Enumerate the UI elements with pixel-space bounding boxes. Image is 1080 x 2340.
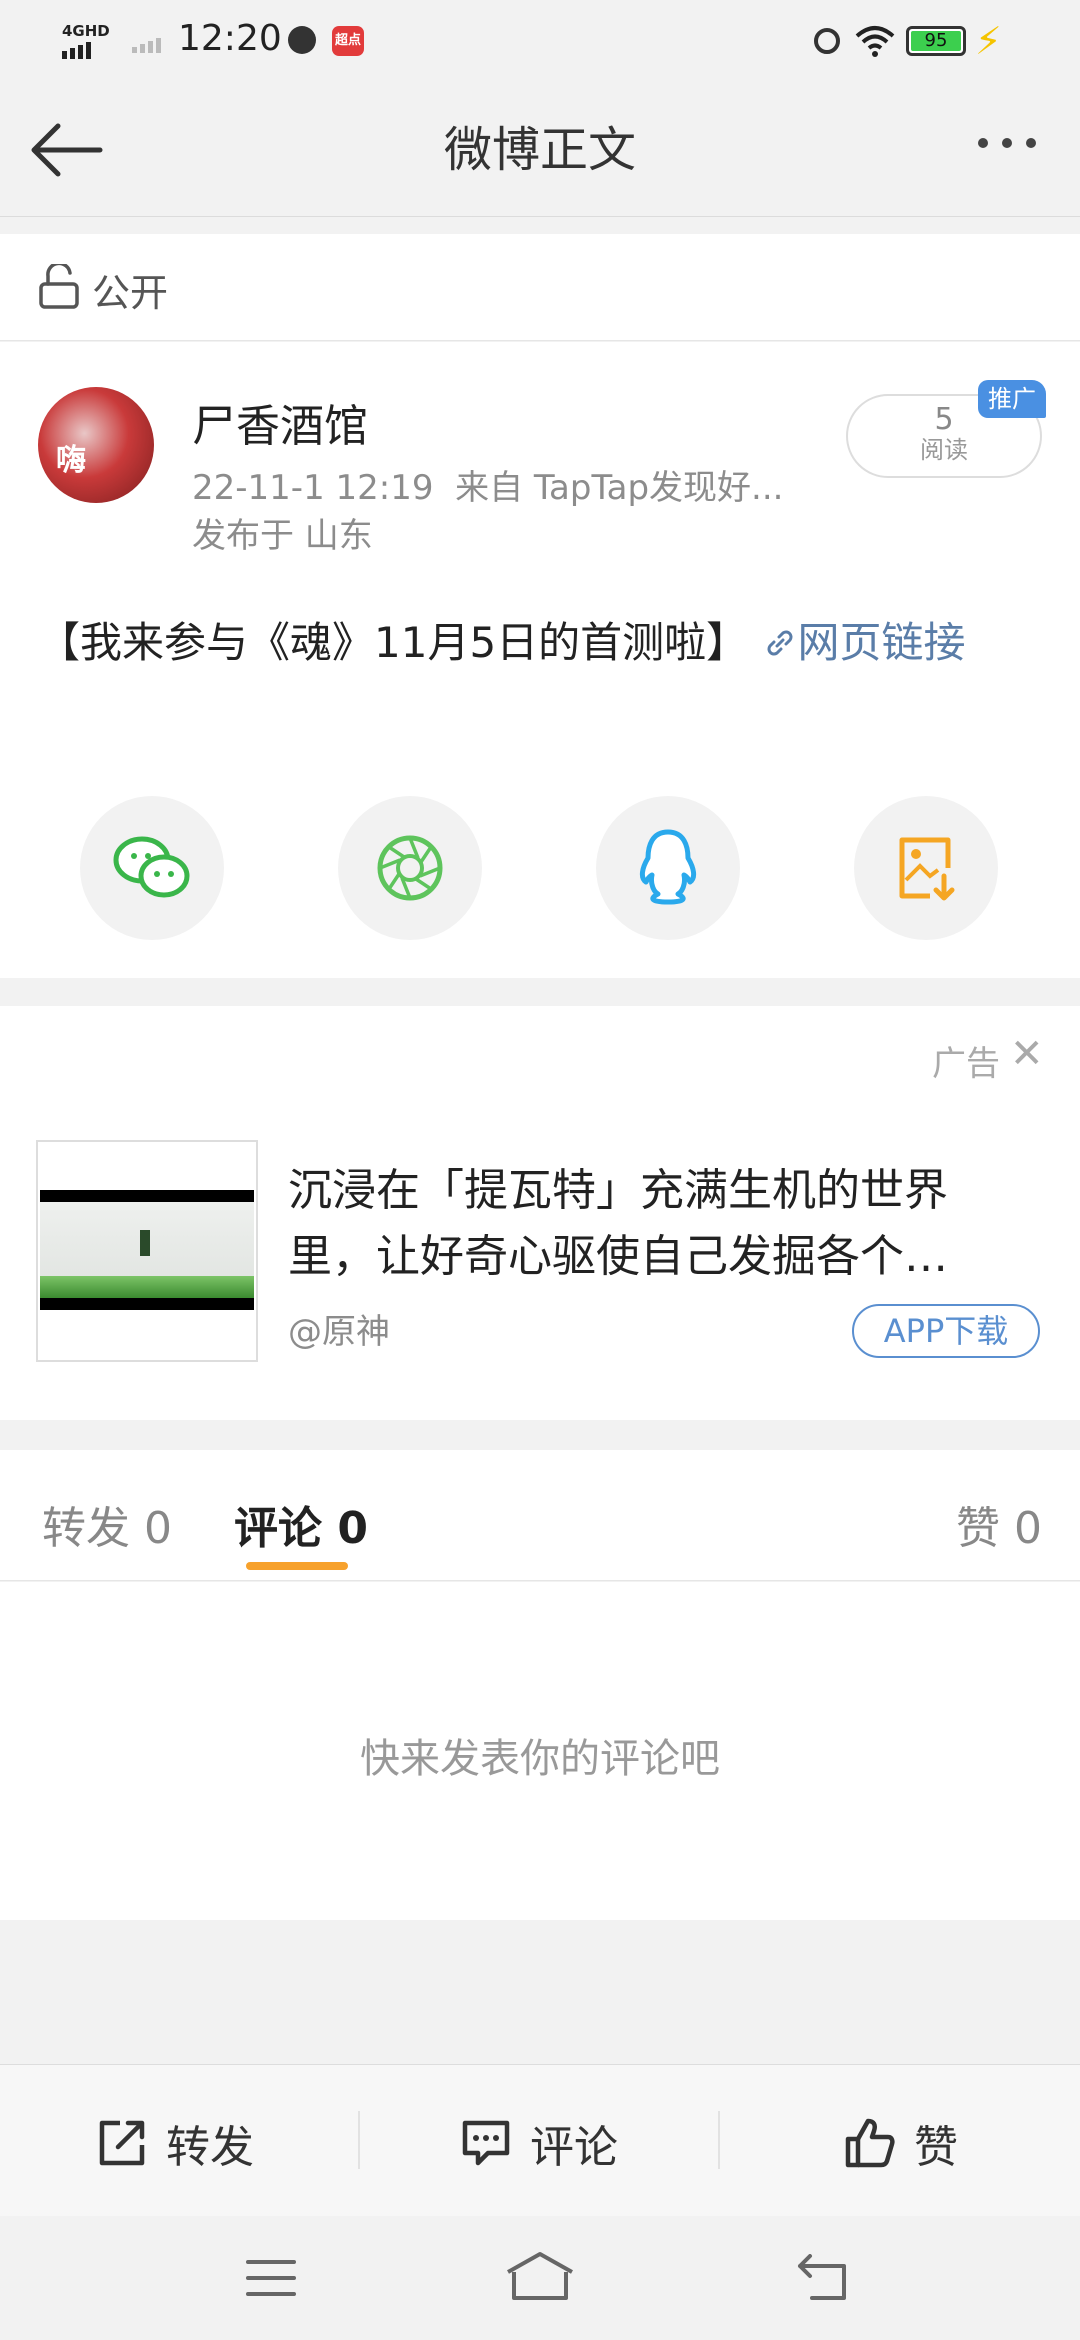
tab-comment[interactable]: 评论 0 (234, 1492, 368, 1556)
status-bar: 4GHD 12:20 超点 95 ⚡ (0, 0, 1080, 84)
post-text: 【我来参与《魂》11月5日的首测啦】 网页链接 (38, 612, 1042, 674)
charging-icon: ⚡ (975, 19, 1002, 63)
like-button[interactable]: 赞 (844, 2111, 958, 2175)
active-tab-indicator (246, 1562, 348, 1570)
comments-area: 快来发表你的评论吧 (0, 1582, 1080, 1920)
status-time: 12:20 (178, 18, 282, 59)
tab-like[interactable]: 赞 0 (956, 1492, 1042, 1556)
ad-source: @原神 (288, 1312, 390, 1352)
promo-badge: 推广 (978, 380, 1046, 418)
wechat-icon (113, 836, 190, 898)
repost-label: 转发 (166, 2122, 254, 2173)
comment-button[interactable]: 评论 (460, 2111, 618, 2175)
comment-label: 评论 (530, 2122, 618, 2173)
ad-card[interactable]: 广告 ✕ 沉浸在「提瓦特」充满生机的世界里，让好奇心驱使自己发掘各个… @原神 … (0, 1006, 1080, 1420)
web-link[interactable]: 网页链接 (762, 618, 966, 667)
save-image-button[interactable] (854, 796, 998, 940)
share-wechat-button[interactable] (80, 796, 224, 940)
system-nav-bar (0, 2216, 1080, 2340)
tab-repost[interactable]: 转发 0 (42, 1492, 172, 1556)
wifi-icon (855, 26, 895, 57)
signal-icon (132, 38, 161, 53)
divider (718, 2111, 720, 2169)
like-label: 赞 (914, 2122, 958, 2173)
page-title: 微博正文 (443, 122, 636, 178)
post-text-main: 【我来参与《魂》11月5日的首测啦】 (38, 618, 749, 667)
visibility-label: 公开 (92, 271, 169, 315)
ad-thumbnail[interactable] (36, 1140, 258, 1362)
battery-icon: 95 (906, 26, 966, 56)
back-icon[interactable] (794, 2254, 850, 2302)
repost-icon (99, 2120, 145, 2166)
read-label: 阅读 (920, 436, 968, 464)
top-nav-bar: 微博正文 (0, 84, 1080, 217)
thumbs-up-icon (845, 2118, 895, 2168)
alarm-icon (814, 28, 840, 54)
bottom-action-bar: 转发 评论 赞 (0, 2064, 1080, 2217)
save-image-icon (899, 837, 955, 901)
share-moments-button[interactable] (338, 796, 482, 940)
divider (358, 2111, 360, 2169)
menu-icon[interactable] (244, 2256, 298, 2300)
post-card: 嗨 尸香酒馆 22-11-1 12:19 来自 TapTap发现好... 发布于… (0, 342, 1080, 978)
link-icon (767, 630, 793, 656)
app-download-button[interactable]: APP下载 (852, 1304, 1040, 1358)
unlock-icon (39, 264, 79, 309)
post-time-source: 22-11-1 12:19 来自 TapTap发现好... (192, 468, 784, 508)
empty-comments-hint: 快来发表你的评论吧 (360, 1736, 720, 1782)
home-icon[interactable] (504, 2250, 576, 2302)
interaction-tabs: 转发 0 评论 0 赞 0 (0, 1450, 1080, 1581)
avatar[interactable]: 嗨 (38, 387, 154, 503)
ad-title[interactable]: 沉浸在「提瓦特」充满生机的世界里，让好奇心驱使自己发掘各个… (288, 1158, 1018, 1290)
network-indicator: 4GHD (62, 22, 110, 59)
moments-icon (377, 835, 443, 901)
repost-button[interactable]: 转发 (96, 2111, 254, 2175)
web-link-text[interactable]: 网页链接 (798, 618, 966, 667)
author-name[interactable]: 尸香酒馆 (192, 390, 368, 454)
ad-label: 广告 (932, 1044, 1000, 1084)
share-qq-button[interactable] (596, 796, 740, 940)
visibility-row: 公开 (0, 234, 1080, 341)
qq-icon (639, 829, 697, 905)
notification-q-icon (288, 26, 316, 54)
more-options-icon[interactable] (978, 138, 1036, 148)
comment-icon (462, 2120, 510, 2166)
post-location: 发布于 山东 (192, 516, 373, 556)
app-badge: 超点 (332, 26, 364, 56)
close-ad-icon[interactable]: ✕ (1010, 1034, 1044, 1074)
